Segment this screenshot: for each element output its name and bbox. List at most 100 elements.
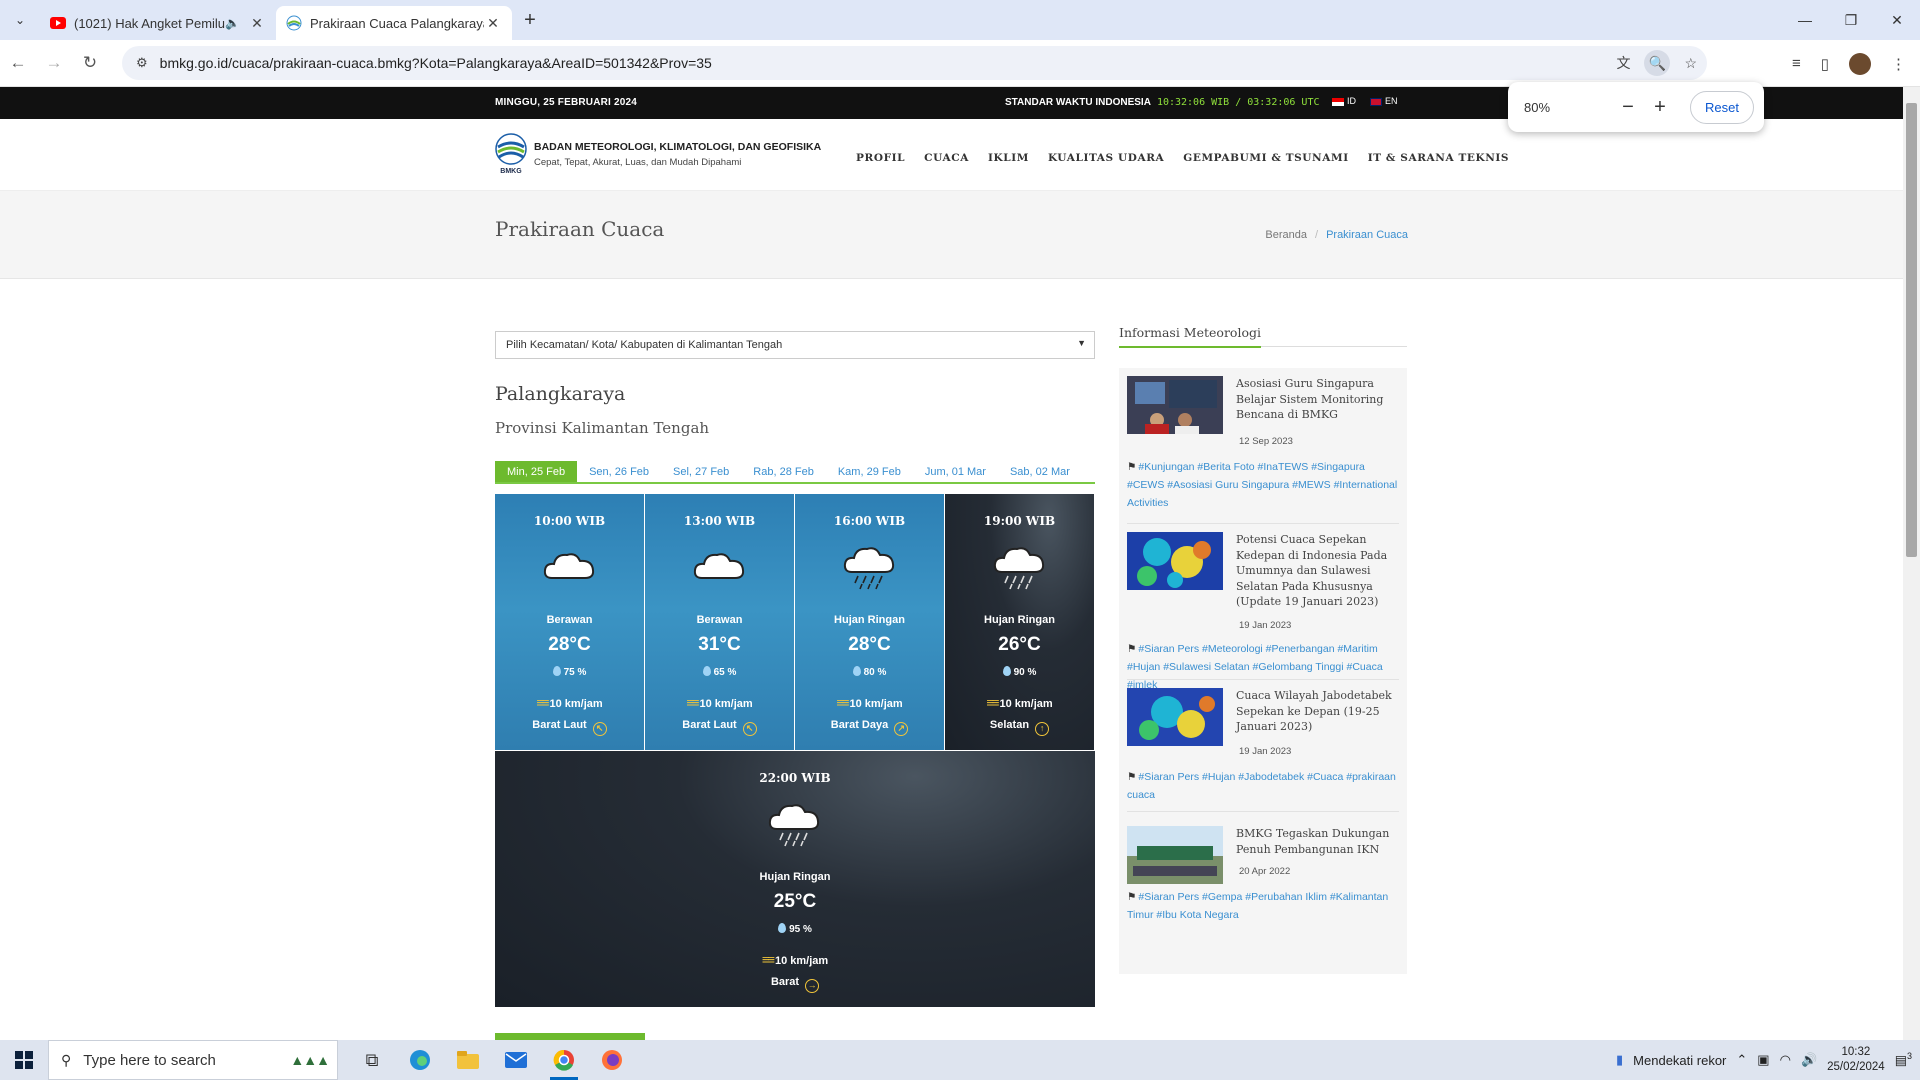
news-thumbnail[interactable] xyxy=(1127,376,1223,434)
lang-id-link[interactable]: ID xyxy=(1332,96,1356,106)
forecast-humidity: 95 % xyxy=(495,923,1095,935)
news-title[interactable]: BMKG Tegaskan Dukungan Penuh Pembangunan… xyxy=(1236,826,1400,857)
profile-avatar[interactable] xyxy=(1849,52,1871,75)
bmkg-logo-icon[interactable]: BMKG xyxy=(495,133,527,175)
location-select[interactable]: Pilih Kecamatan/ Kota/ Kabupaten di Kali… xyxy=(495,331,1095,359)
tab-day-0[interactable]: Min, 25 Feb xyxy=(495,461,578,482)
tag-list[interactable]: #Siaran Pers #Meteorologi #Penerbangan #… xyxy=(1127,643,1383,691)
news-title[interactable]: Potensi Cuaca Sepekan Kedepan di Indones… xyxy=(1236,532,1400,610)
forecast-temp: 28°C xyxy=(548,634,591,655)
news-tags: ⚑ #Kunjungan #Berita Foto #InaTEWS #Singa… xyxy=(1127,458,1399,512)
taskbar-search-input[interactable]: ⚲ Type here to search ▲▲▲ xyxy=(48,1040,338,1080)
zoom-reset-button[interactable]: Reset xyxy=(1690,90,1754,124)
firefox-icon[interactable] xyxy=(588,1040,636,1080)
tag-list[interactable]: #Siaran Pers #Hujan #Jabodetabek #Cuaca … xyxy=(1127,771,1396,801)
browser-tab-bar: ⌄ (1021) Hak Angket Pemilu, 🔈 ✕ Prakiraa… xyxy=(0,0,1920,40)
org-tagline: Cepat, Tepat, Akurat, Luas, dan Mudah Di… xyxy=(534,157,742,168)
media-controls-icon[interactable]: ≡ xyxy=(1792,55,1801,72)
nav-it-sarana-teknis[interactable]: IT & SARANA TEKNIS xyxy=(1368,152,1509,164)
speaker-icon[interactable]: 🔈 xyxy=(225,16,240,30)
direction-value: Barat Laut xyxy=(682,719,737,731)
nav-cuaca[interactable]: CUACA xyxy=(924,152,969,164)
compass-icon: ↖ xyxy=(742,722,757,736)
tab-day-3[interactable]: Rab, 28 Feb xyxy=(741,461,826,482)
breadcrumb-home[interactable]: Beranda xyxy=(1265,229,1307,241)
news-tags: ⚑ #Siaran Pers #Gempa #Perubahan Iklim #K… xyxy=(1127,888,1399,924)
volume-icon[interactable]: 🔊 xyxy=(1801,1052,1817,1068)
close-tab-icon[interactable]: ✕ xyxy=(484,15,502,32)
page-title: Prakiraan Cuaca xyxy=(495,217,665,241)
news-list: Asosiasi Guru Singapura Belajar Sistem M… xyxy=(1119,368,1407,974)
browser-menu-icon[interactable]: ⋮ xyxy=(1891,55,1906,73)
wind-value: 10 km/jam xyxy=(849,698,903,710)
humidity-drop-icon xyxy=(702,666,711,676)
weather-widget-icon[interactable]: ▮ xyxy=(1616,1052,1623,1068)
breadcrumb-current[interactable]: Prakiraan Cuaca xyxy=(1326,229,1408,241)
lang-en-link[interactable]: EN xyxy=(1370,96,1398,106)
tab-day-6[interactable]: Sab, 02 Mar xyxy=(998,461,1082,482)
camera-icon[interactable]: ▣ xyxy=(1757,1052,1769,1068)
side-panel-icon[interactable]: ▯ xyxy=(1821,55,1829,73)
new-tab-button[interactable]: + xyxy=(512,9,548,32)
close-window-icon[interactable]: ✕ xyxy=(1874,0,1920,40)
wind-value: 10 km/jam xyxy=(699,698,753,710)
direction-value: Barat Daya xyxy=(830,719,889,731)
wind-value: 10 km/jam xyxy=(549,698,603,710)
cloudy-icon xyxy=(543,553,594,579)
page-scrollbar[interactable] xyxy=(1903,87,1920,1040)
weather-widget-text[interactable]: Mendekati rekor xyxy=(1633,1053,1726,1068)
url-bar[interactable]: ⚙ bmkg.go.id/cuaca/prakiraan-cuaca.bmkg?… xyxy=(122,46,1707,80)
edge-icon[interactable] xyxy=(396,1040,444,1080)
notification-icon[interactable]: ▤3 xyxy=(1895,1051,1912,1068)
back-icon[interactable]: ← xyxy=(0,53,36,73)
file-explorer-icon[interactable] xyxy=(444,1040,492,1080)
scrollbar-thumb[interactable] xyxy=(1906,103,1917,557)
tag-list[interactable]: #Kunjungan #Berita Foto #InaTEWS #Singap… xyxy=(1127,461,1397,509)
light-rain-icon xyxy=(843,547,894,590)
news-title[interactable]: Asosiasi Guru Singapura Belajar Sistem M… xyxy=(1236,376,1400,423)
tab-bmkg[interactable]: Prakiraan Cuaca Palangkaraya - ✕ xyxy=(276,6,512,40)
news-title[interactable]: Cuaca Wilayah Jabodetabek Sepekan ke Dep… xyxy=(1236,688,1400,735)
tray-chevron-icon[interactable]: ⌃ xyxy=(1736,1052,1747,1068)
wind-icon: ≡≡ xyxy=(536,695,549,710)
nav-profil[interactable]: PROFIL xyxy=(856,152,905,164)
nav-iklim[interactable]: IKLIM xyxy=(988,152,1029,164)
nav-kualitas-udara[interactable]: KUALITAS UDARA xyxy=(1048,152,1164,164)
translate-icon[interactable]: 文 xyxy=(1616,53,1630,73)
reload-icon[interactable]: ↻ xyxy=(72,53,108,73)
minimize-icon[interactable]: — xyxy=(1782,0,1828,40)
tab-day-4[interactable]: Kam, 29 Feb xyxy=(826,461,913,482)
lang-en-label: EN xyxy=(1385,96,1398,106)
zoom-out-button[interactable]: − xyxy=(1612,96,1644,119)
tab-youtube[interactable]: (1021) Hak Angket Pemilu, 🔈 ✕ xyxy=(40,6,276,40)
forecast-card: 16:00 WIB Hujan Ringan 28°C 80 % ≡≡ 10 km… xyxy=(795,494,944,750)
task-view-icon[interactable]: ⧉ xyxy=(348,1040,396,1080)
search-icon: ⚲ xyxy=(61,1051,72,1068)
tab-title: Prakiraan Cuaca Palangkaraya - xyxy=(310,15,484,31)
bookmark-star-icon[interactable]: ☆ xyxy=(1684,55,1697,72)
taskbar-clock[interactable]: 10:32 25/02/2024 xyxy=(1827,1045,1885,1075)
tab-search-chevron-icon[interactable]: ⌄ xyxy=(0,0,40,40)
humidity-value: 80 % xyxy=(863,667,887,678)
chrome-icon[interactable] xyxy=(540,1040,588,1080)
site-info-icon[interactable]: ⚙ xyxy=(136,55,148,71)
restore-icon[interactable]: ❐ xyxy=(1828,0,1874,40)
close-tab-icon[interactable]: ✕ xyxy=(248,15,266,32)
news-thumbnail[interactable] xyxy=(1127,826,1223,884)
zoom-icon[interactable]: 🔍 xyxy=(1644,50,1671,76)
news-thumbnail[interactable] xyxy=(1127,532,1223,590)
mail-icon[interactable] xyxy=(492,1040,540,1080)
nav-gempabumi-tsunami[interactable]: GEMPABUMI & TSUNAMI xyxy=(1183,152,1348,164)
news-thumbnail[interactable] xyxy=(1127,688,1223,746)
wind-icon: ≡≡ xyxy=(836,695,849,710)
forecast-humidity: 75 % xyxy=(495,666,644,678)
tag-list[interactable]: #Siaran Pers #Gempa #Perubahan Iklim #Ka… xyxy=(1127,891,1388,921)
tab-day-2[interactable]: Sel, 27 Feb xyxy=(661,461,741,482)
tab-day-5[interactable]: Jum, 01 Mar xyxy=(913,461,998,482)
forward-icon[interactable]: → xyxy=(36,53,72,73)
zoom-in-button[interactable]: + xyxy=(1644,96,1676,119)
windows-start-icon[interactable] xyxy=(0,1040,48,1080)
taskbar-time: 10:32 xyxy=(1841,1046,1871,1058)
tab-day-1[interactable]: Sen, 26 Feb xyxy=(577,461,661,482)
network-icon[interactable]: ◠ xyxy=(1780,1052,1791,1068)
